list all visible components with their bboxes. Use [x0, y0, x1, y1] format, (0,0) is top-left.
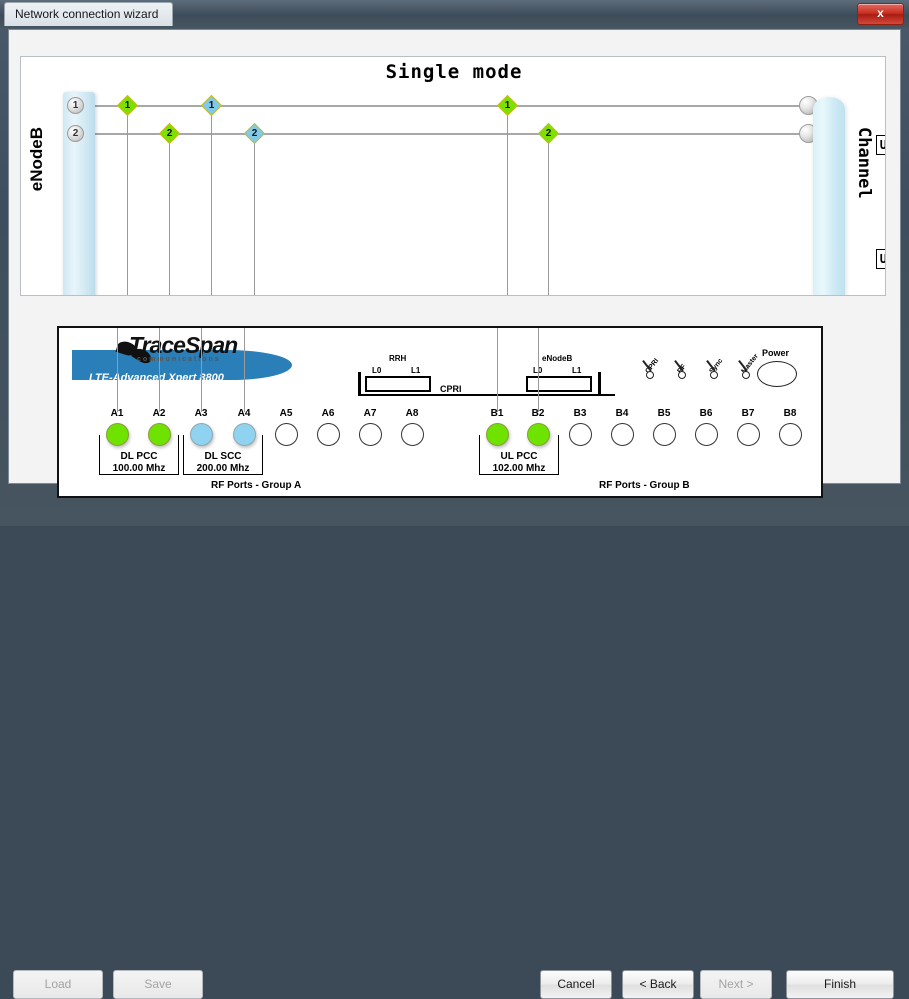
port-label-a7: A7: [363, 408, 377, 419]
save-button[interactable]: Save: [113, 970, 203, 999]
port-label-b7: B7: [741, 408, 755, 419]
cpri-cable: [358, 394, 615, 396]
cancel-button[interactable]: Cancel: [540, 970, 612, 999]
cpri-label: CPRI: [440, 384, 462, 394]
drop-line-b1: [507, 105, 508, 295]
panel-wire-a3: [201, 328, 202, 412]
port-label-a5: A5: [279, 408, 293, 419]
led-indicator-sync: [710, 371, 718, 379]
enodeb-tower: [63, 92, 95, 295]
channel-label: Channel: [854, 127, 874, 199]
channel-shape: [813, 97, 845, 295]
port-label-b2: B2: [531, 408, 545, 419]
rrh-cable-cap: [358, 372, 361, 396]
port-label-a4: A4: [237, 408, 251, 419]
port-label-a2: A2: [152, 408, 166, 419]
marker-label-a1: 1: [124, 100, 131, 111]
led-indicator-cpri: [646, 371, 654, 379]
title-bar: Network connection wizard x: [0, 0, 909, 28]
panel-enodeb-title: eNodeB: [542, 354, 573, 363]
ue-box-bottom[interactable]: UE: [876, 249, 885, 269]
rf-port-b7[interactable]: [737, 423, 760, 446]
wizard-footer: Load Save Cancel < Back Next > Finish: [0, 484, 909, 999]
drop-line-a1: [127, 105, 128, 295]
port-label-b5: B5: [657, 408, 671, 419]
tower-port-2[interactable]: 2: [67, 125, 84, 142]
rf-port-a7[interactable]: [359, 423, 382, 446]
port-label-b8: B8: [783, 408, 797, 419]
panel-wire-b1: [497, 328, 498, 412]
link-line-row1: [76, 105, 806, 107]
wizard-window: Network connection wizard x Single mode …: [0, 0, 909, 999]
carrier-freq-ul-pcc: 102.00 Mhz: [492, 463, 546, 474]
diagram-title: Single mode: [385, 61, 523, 83]
led-indicator-master: [742, 371, 750, 379]
panel-enodeb-l1: L1: [572, 366, 582, 375]
rf-port-b5[interactable]: [653, 423, 676, 446]
network-diagram: Single mode eNodeB 1 2 Channel UE UE: [20, 56, 886, 296]
rf-port-b3[interactable]: [569, 423, 592, 446]
panel-wire-a1: [117, 328, 118, 412]
rf-port-b8[interactable]: [779, 423, 802, 446]
drop-line-a4: [254, 133, 255, 295]
finish-button[interactable]: Finish: [786, 970, 894, 999]
carrier-name-ul-pcc: UL PCC: [500, 451, 538, 462]
led-indicator-rf: [678, 371, 686, 379]
rrh-title: RRH: [389, 354, 407, 363]
drop-line-a3: [211, 105, 212, 295]
power-button[interactable]: [757, 361, 797, 387]
panel-wire-b2: [538, 328, 539, 412]
power-label: Power: [762, 348, 790, 358]
marker-label-a4: 2: [251, 128, 258, 139]
port-label-b3: B3: [573, 408, 587, 419]
tower-port-1[interactable]: 1: [67, 97, 84, 114]
rf-port-a6[interactable]: [317, 423, 340, 446]
port-label-a6: A6: [321, 408, 335, 419]
link-line-row2: [76, 133, 806, 135]
rrh-l0-label: L0: [372, 366, 382, 375]
enodeb-connector[interactable]: [526, 376, 592, 392]
brand-name: TraceSpan: [129, 332, 238, 358]
drop-line-a2: [169, 133, 170, 295]
back-button[interactable]: < Back: [622, 970, 694, 999]
port-label-a8: A8: [405, 408, 419, 419]
device-panel: TraceSpan communications LTE-Advanced Xp…: [57, 326, 823, 498]
port-label-b6: B6: [699, 408, 713, 419]
window-title: Network connection wizard: [4, 2, 174, 26]
load-button[interactable]: Load: [13, 970, 103, 999]
marker-label-a2: 2: [166, 128, 173, 139]
rf-port-a5[interactable]: [275, 423, 298, 446]
close-icon[interactable]: x: [857, 3, 904, 25]
wizard-client-area: Single mode eNodeB 1 2 Channel UE UE: [8, 29, 901, 498]
port-label-b1: B1: [490, 408, 504, 419]
marker-label-a3: 1: [208, 100, 215, 111]
panel-wire-a2: [159, 328, 160, 412]
port-label-a1: A1: [110, 408, 124, 419]
drop-line-b2: [548, 133, 549, 295]
carrier-freq-dl-scc: 200.00 Mhz: [196, 463, 250, 474]
enodeb-label: eNodeB: [27, 127, 46, 192]
carrier-name-dl-scc: DL SCC: [204, 451, 242, 462]
rrh-connector[interactable]: [365, 376, 431, 392]
brand-tagline: communications: [137, 356, 221, 363]
marker-label-b1: 1: [504, 100, 511, 111]
marker-label-b2: 2: [545, 128, 552, 139]
rf-port-b6[interactable]: [695, 423, 718, 446]
next-button[interactable]: Next >: [700, 970, 772, 999]
port-label-b4: B4: [615, 408, 629, 419]
device-model: LTE-Advanced Xpert 8800: [89, 372, 224, 384]
enodeb-cable-cap: [598, 372, 601, 396]
ue-box-top[interactable]: UE: [876, 135, 885, 155]
port-label-a3: A3: [194, 408, 208, 419]
rf-port-a8[interactable]: [401, 423, 424, 446]
panel-wire-a4: [244, 328, 245, 412]
rrh-l1-label: L1: [411, 366, 421, 375]
rf-port-b4[interactable]: [611, 423, 634, 446]
